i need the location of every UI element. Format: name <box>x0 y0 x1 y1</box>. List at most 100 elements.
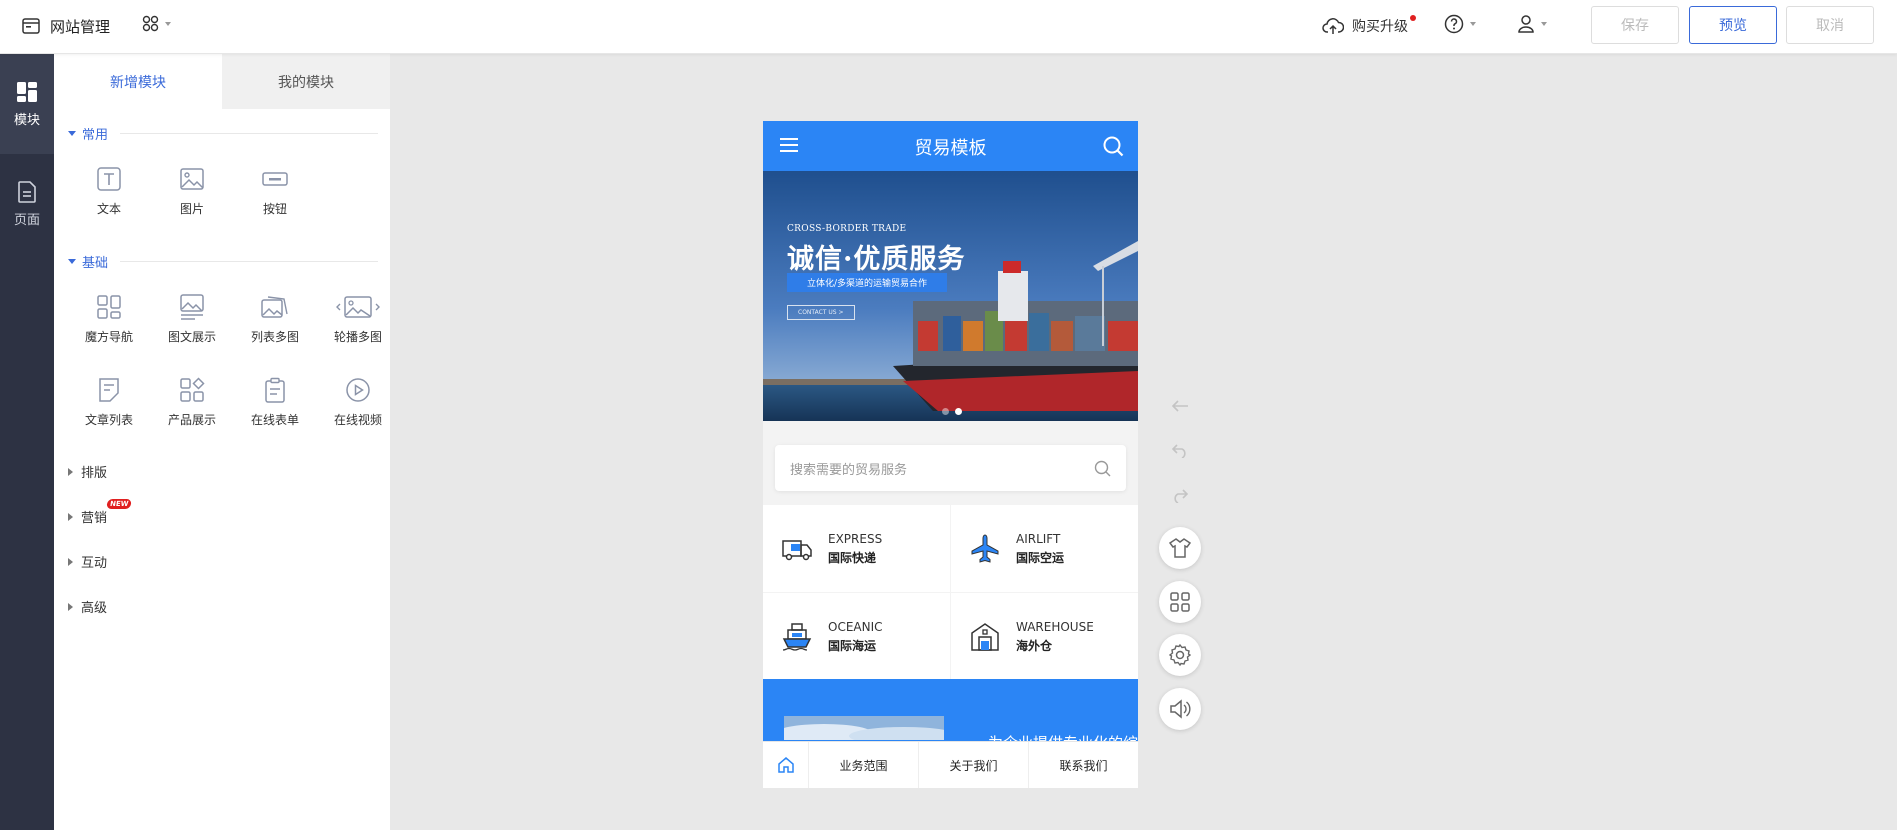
preview-button[interactable]: 预览 <box>1689 6 1777 44</box>
sidebar-item-label: 页面 <box>13 212 40 228</box>
form-icon <box>265 377 285 403</box>
service-cn: 国际海运 <box>828 638 877 653</box>
carousel-icon <box>336 296 380 318</box>
module-label: 在线表单 <box>250 413 299 427</box>
service-cn: 国际空运 <box>1016 550 1065 565</box>
user-menu[interactable] <box>1517 14 1547 34</box>
tab-my-modules[interactable]: 我的模块 <box>222 54 390 109</box>
section-interaction[interactable]: 互动 <box>68 552 107 571</box>
module-grid-nav[interactable]: 魔方导航 <box>68 294 150 345</box>
nav-contact-us[interactable]: 联系我们 <box>1028 742 1138 788</box>
module-list-images[interactable]: 列表多图 <box>234 294 316 345</box>
module-label: 图片 <box>179 202 204 216</box>
service-airlift[interactable]: AIRLIFT 国际空运 <box>951 505 1138 592</box>
components-button[interactable] <box>1159 581 1201 623</box>
clouds-image <box>784 716 944 740</box>
tab-new-modules[interactable]: 新增模块 <box>54 54 222 109</box>
notification-dot <box>1410 15 1416 21</box>
left-sidebar: 模块 页面 <box>0 54 54 830</box>
chevron-down-icon <box>1470 22 1476 26</box>
bottom-nav: 业务范围 关于我们 联系我们 <box>763 741 1138 788</box>
module-button[interactable]: 按钮 <box>234 166 316 217</box>
module-label: 产品展示 <box>167 413 216 427</box>
section-title: 营销 <box>81 511 108 526</box>
nav-about-us[interactable]: 关于我们 <box>918 742 1028 788</box>
module-image-text[interactable]: 图文展示 <box>151 294 233 345</box>
service-warehouse[interactable]: WAREHOUSE 海外仓 <box>951 593 1138 680</box>
sidebar-item-modules[interactable]: 模块 <box>0 54 54 154</box>
website-icon <box>22 18 40 34</box>
user-icon <box>1518 15 1534 33</box>
service-en: WAREHOUSE <box>1016 619 1094 634</box>
caret-down-icon <box>68 259 76 264</box>
trade-search-input[interactable]: 搜索需要的贸易服务 <box>775 445 1126 491</box>
phone-title: 贸易模板 <box>914 138 987 159</box>
module-label: 轮播多图 <box>333 330 382 344</box>
service-express[interactable]: EXPRESS 国际快递 <box>763 505 950 592</box>
undo-icon[interactable] <box>1170 442 1190 458</box>
caret-right-icon <box>68 512 73 521</box>
caret-right-icon <box>68 467 73 476</box>
search-placeholder: 搜索需要的贸易服务 <box>790 463 908 478</box>
chevron-down-icon <box>1541 22 1547 26</box>
save-button[interactable]: 保存 <box>1591 6 1679 44</box>
list-images-icon <box>261 296 288 318</box>
truck-icon <box>782 539 812 560</box>
upgrade-label: 购买升级 <box>1352 19 1408 35</box>
module-text[interactable]: 文本 <box>68 166 150 217</box>
arrow-left-icon[interactable] <box>1170 398 1190 414</box>
page-icon <box>18 180 36 203</box>
cargo-ship-image <box>763 171 1138 421</box>
module-label: 文本 <box>96 202 121 216</box>
cancel-button[interactable]: 取消 <box>1786 6 1874 44</box>
module-article-list[interactable]: 文章列表 <box>68 377 150 428</box>
upgrade-button[interactable]: 购买升级 <box>1322 14 1416 38</box>
service-oceanic[interactable]: OCEANIC 国际海运 <box>763 593 950 680</box>
search-icon[interactable] <box>1102 135 1124 157</box>
site-management[interactable]: 网站管理 <box>22 14 110 38</box>
speaker-icon <box>1170 699 1191 719</box>
module-label: 图文展示 <box>167 330 216 344</box>
sidebar-item-pages[interactable]: 页面 <box>0 154 54 254</box>
carousel-dot[interactable] <box>942 408 949 415</box>
section-header-common[interactable]: 常用 <box>68 124 378 143</box>
module-image[interactable]: 图片 <box>151 166 233 217</box>
nav-home[interactable] <box>763 742 808 788</box>
audio-button[interactable] <box>1159 688 1201 730</box>
section-header-basic[interactable]: 基础 <box>68 252 378 271</box>
module-form[interactable]: 在线表单 <box>234 377 316 428</box>
module-label: 魔方导航 <box>84 330 133 344</box>
service-en: OCEANIC <box>828 619 883 634</box>
carousel-dot-active[interactable] <box>955 408 962 415</box>
module-video[interactable]: 在线视频 <box>317 377 399 428</box>
section-title: 互动 <box>81 556 108 571</box>
help-menu[interactable] <box>1444 14 1476 34</box>
phone-header: 贸易模板 <box>763 121 1138 171</box>
section-layout[interactable]: 排版 <box>68 462 107 481</box>
service-en: AIRLIFT <box>1016 531 1061 546</box>
video-icon <box>346 378 370 402</box>
help-icon <box>1444 14 1464 34</box>
settings-button[interactable] <box>1159 634 1201 676</box>
section-title: 排版 <box>81 466 108 481</box>
phone-preview[interactable]: 贸易模板 CROSS-BORDER TRADE 诚信·优质服务 立体化/多渠道的… <box>763 121 1138 788</box>
search-icon[interactable] <box>1094 460 1111 477</box>
section-title: 常用 <box>82 128 109 143</box>
module-product[interactable]: 产品展示 <box>151 377 233 428</box>
new-badge: NEW <box>106 499 133 509</box>
nav-business-scope[interactable]: 业务范围 <box>808 742 918 788</box>
theme-button[interactable] <box>1159 527 1201 569</box>
module-panel: 新增模块 我的模块 常用 文本 图片 按钮 基础 魔方导航 图文展示 列表多图 … <box>54 54 390 830</box>
hero-banner[interactable]: CROSS-BORDER TRADE 诚信·优质服务 立体化/多渠道的运输贸易合… <box>763 171 1138 421</box>
apps-menu[interactable] <box>142 15 171 32</box>
service-en: EXPRESS <box>828 531 883 546</box>
banner-tagline: 立体化/多渠道的运输贸易合作 <box>787 273 948 292</box>
module-label: 文章列表 <box>84 413 133 427</box>
warehouse-icon <box>971 622 999 651</box>
section-marketing[interactable]: 营销 NEW <box>68 499 133 526</box>
grid-icon <box>1170 592 1190 612</box>
redo-icon[interactable] <box>1170 487 1190 503</box>
module-carousel[interactable]: 轮播多图 <box>317 294 399 345</box>
section-advanced[interactable]: 高级 <box>68 597 107 616</box>
contact-us-button[interactable]: CONTACT US > <box>787 305 855 320</box>
